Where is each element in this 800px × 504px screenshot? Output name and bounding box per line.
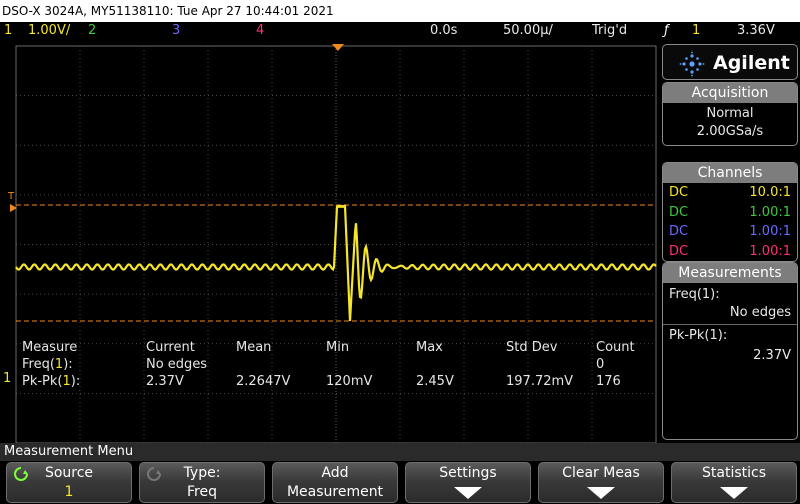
meas-header-2: Mean <box>236 340 272 355</box>
channel-coupling: DC <box>669 243 689 259</box>
channels-header: Channels <box>663 163 797 183</box>
softkey-label: Add <box>321 465 349 481</box>
rotate-knob-icon <box>13 466 29 486</box>
trigger-edge-icon: ƒ <box>664 23 669 38</box>
time-delay[interactable]: 0.0s <box>430 22 457 40</box>
acquisition-rate: 2.00GSa/s <box>696 124 764 139</box>
meas-header-0: Measure <box>22 340 78 355</box>
softkey-label: Statistics <box>702 465 766 481</box>
softkey-2[interactable]: Type: Freq <box>139 462 265 503</box>
channel-coupling: DC <box>669 204 689 220</box>
channel-row-2[interactable]: DC 1.00:1 <box>663 203 797 223</box>
down-arrow-icon <box>587 486 615 504</box>
meas-header-5: Std Dev <box>506 340 558 355</box>
meas-cell: 2.2647V <box>236 374 291 389</box>
window-title: DSO-X 3024A, MY51138110: Tue Apr 27 10:4… <box>2 4 334 18</box>
meas-cell: 0 <box>596 357 605 372</box>
trigger-level-label: T <box>7 191 15 202</box>
agilent-spark-icon <box>679 51 705 77</box>
meas-cell: 197.72mV <box>506 374 574 389</box>
meas-header-3: Min <box>326 340 350 355</box>
channel-probe-ratio: 1.00:1 <box>749 243 791 259</box>
meas-cell: 120mV <box>326 374 373 389</box>
channel-row-1[interactable]: DC 10.0:1 <box>663 183 797 203</box>
menu-title: Measurement Menu <box>0 443 800 461</box>
meas-header-4: Max <box>416 340 443 355</box>
softkey-3[interactable]: Add Measurement <box>272 462 398 503</box>
trigger-status: Trig'd <box>592 23 628 38</box>
softkey-1[interactable]: Source 1 <box>6 462 132 503</box>
softkey-4[interactable]: Settings <box>405 462 531 503</box>
down-arrow-icon <box>454 486 482 504</box>
channel-coupling: DC <box>669 224 689 239</box>
softkey-6[interactable]: Statistics <box>671 462 797 503</box>
side-pkpk-value: 2.37V <box>753 348 791 363</box>
softkey-value: Measurement <box>286 484 384 500</box>
side-pkpk-label: Pk-Pk(1): <box>669 328 728 343</box>
softkey-label: Clear Meas <box>562 465 640 481</box>
waveform-display[interactable]: T Measure Current Mean Min Max Std Dev Count Fr… <box>0 40 660 444</box>
acquisition-box[interactable]: Acquisition Normal 2.00GSa/s <box>662 82 798 146</box>
acquisition-header: Acquisition <box>663 83 797 103</box>
channel-probe-ratio: 10.0:1 <box>749 185 791 200</box>
channel-coupling: DC <box>669 185 689 200</box>
meas-cell: 2.37V <box>146 374 184 389</box>
window-title-bar: DSO-X 3024A, MY51138110: Tue Apr 27 10:4… <box>0 0 800 22</box>
acquisition-mode: Normal <box>706 106 754 121</box>
side-panel: Agilent Acquisition Normal 2.00GSa/s Cha… <box>660 42 800 442</box>
channels-box[interactable]: Channels DC 10.0:1 DC 1.00:1 DC 1.00:1 DC 1.00:… <box>662 162 798 262</box>
ground-marker: 1 <box>3 371 12 386</box>
channel-row-4[interactable]: DC 1.00:1 <box>663 242 797 262</box>
measurements-header: Measurements <box>663 263 797 283</box>
rotate-knob-icon <box>146 466 162 486</box>
ch4-number[interactable]: 4 <box>256 22 264 40</box>
channel-probe-ratio: 1.00:1 <box>749 204 791 220</box>
meas-cell: Freq(1): <box>22 357 73 372</box>
meas-cell: 2.45V <box>416 374 454 389</box>
softkey-label: Settings <box>439 465 497 481</box>
meas-cell: 176 <box>596 374 621 389</box>
meas-header-6: Count <box>596 340 635 355</box>
ch3-number[interactable]: 3 <box>172 22 180 40</box>
ch1-scale[interactable]: 1.00V/ <box>28 22 70 40</box>
time-scale[interactable]: 50.00µ/ <box>503 22 553 40</box>
ch2-number[interactable]: 2 <box>88 22 96 40</box>
ch1-waveform-trace <box>15 204 657 322</box>
brand-name: Agilent <box>713 52 790 74</box>
meas-header-1: Current <box>146 340 195 355</box>
side-freq-label: Freq(1): <box>669 287 720 302</box>
ch1-number[interactable]: 1 <box>4 22 12 40</box>
trigger-level[interactable]: 3.36V <box>737 22 775 40</box>
scope-status-bar: 1 1.00V/ 2 3 4 0.0s 50.00µ/ Trig'd ƒ 1 3… <box>0 22 800 40</box>
side-freq-value: No edges <box>729 305 791 320</box>
trigger-source[interactable]: 1 <box>692 22 700 40</box>
measurement-divider <box>663 324 797 325</box>
measurements-box[interactable]: Measurements Freq(1): No edges Pk-Pk(1):… <box>662 262 798 440</box>
down-arrow-icon <box>720 486 748 504</box>
channel-probe-ratio: 1.00:1 <box>749 224 791 239</box>
meas-cell: No edges <box>146 357 208 372</box>
meas-cell: Pk-Pk(1): <box>22 374 81 389</box>
brand-box: Agilent <box>662 44 798 80</box>
softkey-5[interactable]: Clear Meas <box>538 462 664 503</box>
channel-row-3[interactable]: DC 1.00:1 <box>663 222 797 242</box>
trigger-position-marker <box>332 44 344 51</box>
